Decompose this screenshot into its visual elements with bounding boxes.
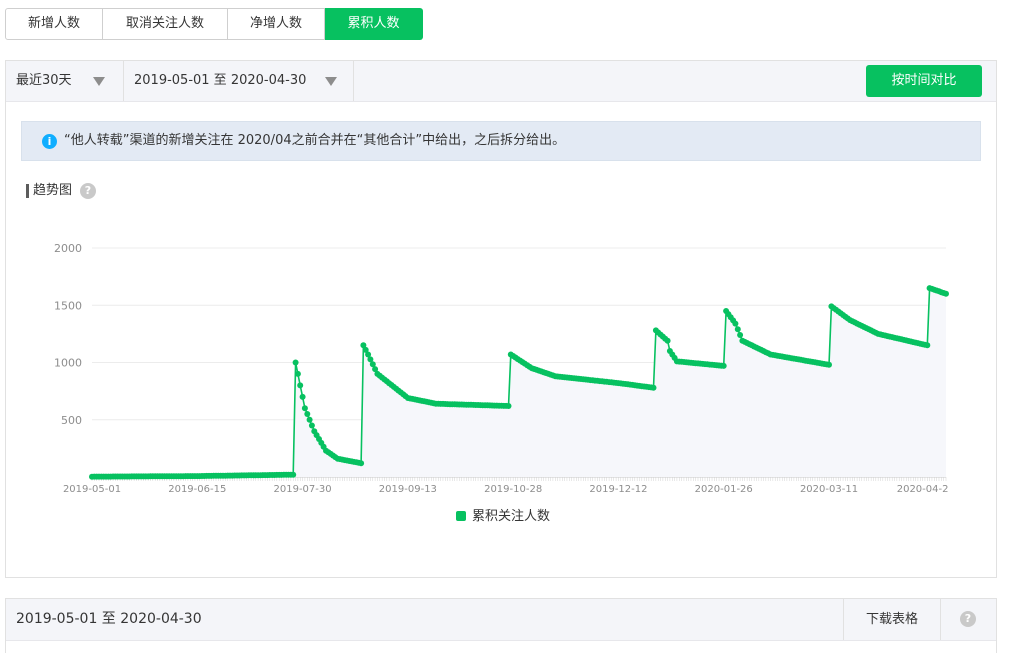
x-tick-label: 2019-09-13 — [379, 484, 437, 495]
download-table-button[interactable]: 下载表格 — [843, 599, 941, 640]
x-tick-label: 2019-10-28 — [484, 484, 542, 495]
table-date-range: 2019-05-01 至 2020-04-30 — [16, 611, 202, 627]
tab-unfollows[interactable]: 取消关注人数 — [103, 8, 228, 40]
data-point — [505, 403, 512, 409]
data-point — [924, 342, 931, 349]
data-point — [943, 290, 949, 297]
data-point — [664, 337, 671, 344]
data-point — [297, 382, 304, 389]
data-point — [290, 471, 297, 478]
series-area — [92, 288, 946, 477]
data-point — [299, 393, 306, 400]
x-tick-label: 2019-12-12 — [589, 484, 647, 495]
legend-label: 累积关注人数 — [472, 509, 550, 524]
y-tick-label: 1500 — [54, 299, 82, 312]
table-panel: 2019-05-01 至 2020-04-30 下载表格 ? — [5, 598, 997, 653]
data-point — [304, 411, 311, 417]
data-point — [650, 384, 657, 391]
x-tick-label: 2020-03-11 — [800, 484, 858, 495]
data-point — [734, 326, 741, 333]
data-point — [294, 370, 301, 377]
tab-net-growth[interactable]: 净增人数 — [228, 8, 325, 40]
data-point — [358, 460, 365, 467]
data-point — [306, 416, 313, 423]
data-point — [301, 405, 308, 412]
trend-panel: 最近30天 2019-05-01 至 2020-04-30 按时间对比 i “他… — [5, 60, 997, 578]
data-point — [720, 362, 727, 369]
legend-swatch — [456, 511, 466, 521]
x-tick-label: 2020-04-2 — [897, 484, 949, 495]
data-point — [732, 320, 739, 327]
data-point — [292, 359, 299, 366]
y-tick-label: 2000 — [54, 242, 82, 255]
question-icon[interactable]: ? — [960, 611, 976, 627]
tab-cumulative[interactable]: 累积人数 — [325, 8, 423, 40]
x-tick-label: 2019-07-30 — [274, 484, 332, 495]
x-tick-label: 2019-05-01 — [63, 484, 121, 495]
y-tick-label: 500 — [61, 414, 82, 427]
x-tick-label: 2020-01-26 — [695, 484, 753, 495]
x-tick-label: 2019-06-15 — [168, 484, 226, 495]
data-point — [826, 361, 832, 368]
data-point — [308, 422, 315, 429]
table-header-bar: 2019-05-01 至 2020-04-30 下载表格 ? — [6, 599, 996, 641]
data-point — [737, 332, 744, 338]
trend-chart: 500 1000 1500 2000 2019-05-01 2019-06-15 2019-… — [54, 242, 949, 524]
tab-new-followers[interactable]: 新增人数 — [5, 8, 103, 40]
y-tick-label: 1000 — [54, 357, 82, 370]
metric-tabs: 新增人数 取消关注人数 净增人数 累积人数 — [5, 8, 423, 40]
